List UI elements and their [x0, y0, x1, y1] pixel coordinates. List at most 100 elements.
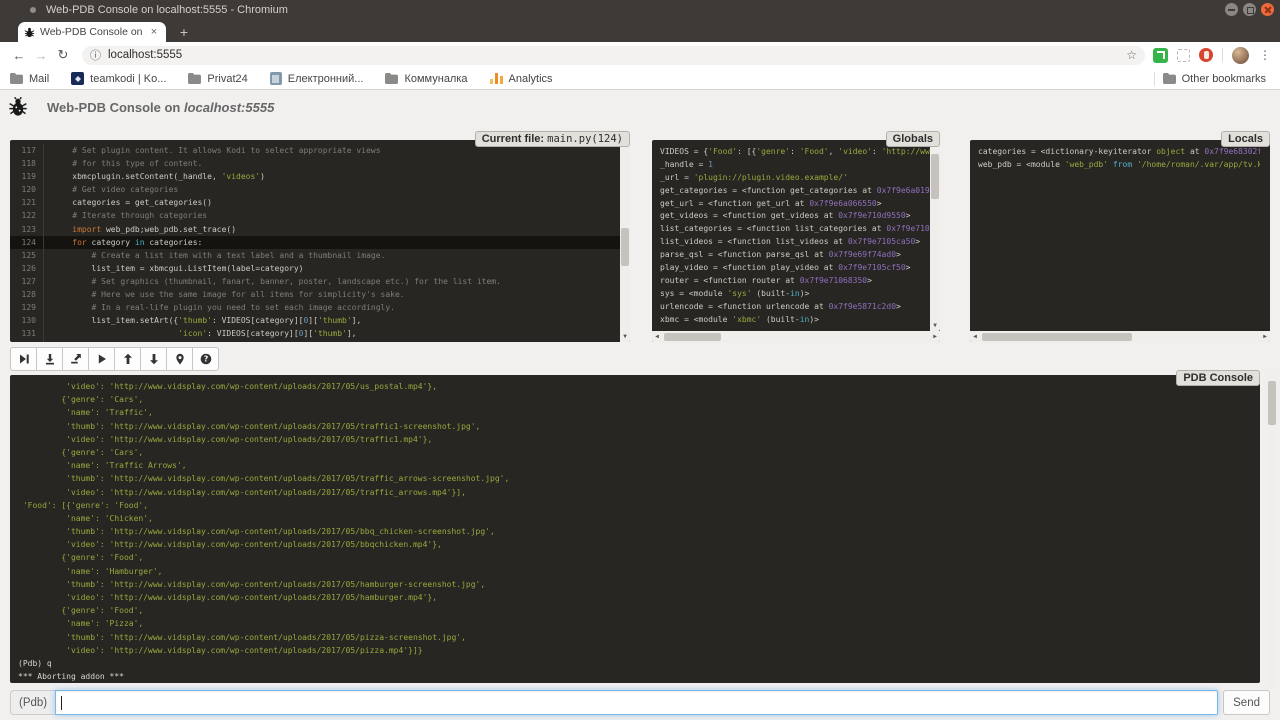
- scrollbar-thumb[interactable]: [931, 154, 939, 199]
- scrollbar-thumb[interactable]: [982, 333, 1132, 341]
- variable-line: get_categories = <function get_categorie…: [660, 185, 930, 198]
- console-line: 'name': 'Traffic',: [18, 406, 1252, 419]
- globals-vertical-scrollbar[interactable]: ▲ ▼: [930, 140, 940, 331]
- scroll-left-icon[interactable]: ◀: [970, 331, 980, 342]
- red-extension-icon[interactable]: [1199, 48, 1213, 62]
- console-line: 'thumb': 'http://www.vidsplay.com/wp-con…: [18, 420, 1252, 433]
- console-line: 'thumb': 'http://www.vidsplay.com/wp-con…: [18, 525, 1252, 538]
- variable-line: list_categories = <function list_categor…: [660, 223, 930, 236]
- folder-icon: [385, 73, 398, 84]
- bookmark-mail[interactable]: Mail: [10, 73, 49, 85]
- console-line: {'genre': 'Cars',: [18, 446, 1252, 459]
- console-line: 'Food': [{'genre': 'Food',: [18, 499, 1252, 512]
- arrow-down-icon: [148, 353, 160, 365]
- close-window-button[interactable]: [1261, 3, 1274, 16]
- bug-icon: [8, 97, 28, 117]
- pdb-command-input[interactable]: [55, 690, 1218, 715]
- continue-button[interactable]: [88, 347, 115, 371]
- next-button[interactable]: [10, 347, 37, 371]
- help-button[interactable]: ?: [192, 347, 219, 371]
- folder-icon: [10, 73, 23, 84]
- scroll-left-icon[interactable]: ◀: [652, 331, 662, 342]
- folder-icon: [188, 73, 201, 84]
- locals-horizontal-scrollbar[interactable]: ◀ ▶: [970, 331, 1270, 342]
- bookmark-star-icon[interactable]: ☆: [1126, 48, 1137, 62]
- minimize-button[interactable]: [1225, 3, 1238, 16]
- scroll-down-icon[interactable]: ▼: [620, 332, 630, 342]
- step-button[interactable]: [36, 347, 63, 371]
- console-vertical-scrollbar[interactable]: [1267, 373, 1277, 688]
- other-bookmarks-button[interactable]: Other bookmarks: [1163, 73, 1266, 85]
- tab-close-icon[interactable]: ×: [148, 26, 160, 38]
- code-line: 126 list_item = xbmcgui.ListItem(label=c…: [10, 262, 620, 275]
- code-line: 129 # In a real-life plugin you need to …: [10, 301, 620, 314]
- console-line: 'name': 'Hamburger',: [18, 565, 1252, 578]
- new-tab-button[interactable]: +: [172, 23, 196, 41]
- bookmark-analytics[interactable]: Analytics: [490, 72, 553, 85]
- variable-line: _handle = 1: [660, 159, 930, 172]
- debugger-toolbar: ?: [10, 347, 219, 371]
- bookmark-electronic[interactable]: Електронний...: [270, 72, 364, 85]
- bug-favicon-icon: [24, 27, 35, 38]
- back-icon[interactable]: ←: [8, 48, 30, 63]
- code-vertical-scrollbar[interactable]: ▲ ▼: [620, 140, 630, 342]
- down-button[interactable]: [140, 347, 167, 371]
- folder-icon: [1163, 73, 1176, 84]
- send-button[interactable]: Send: [1223, 690, 1270, 715]
- forward-icon[interactable]: →: [30, 48, 52, 63]
- green-extension-icon[interactable]: [1153, 48, 1168, 63]
- window-icon: [30, 7, 36, 13]
- return-button[interactable]: [62, 347, 89, 371]
- bookmark-teamkodi[interactable]: teamkodi | Ko...: [71, 72, 166, 85]
- window-title: Web-PDB Console on localhost:5555 - Chro…: [46, 4, 288, 16]
- maximize-button[interactable]: [1243, 3, 1256, 16]
- address-bar[interactable]: ⓘ localhost:5555 ☆: [82, 46, 1145, 65]
- tab-web-pdb[interactable]: Web-PDB Console on loca ×: [18, 22, 166, 42]
- page-title: Web-PDB Console on localhost:5555: [47, 100, 274, 115]
- kodi-icon: [71, 72, 84, 85]
- reload-icon[interactable]: ↻: [52, 47, 74, 63]
- variable-line: play_video = <function play_video at 0x7…: [660, 262, 930, 275]
- browser-menu-icon[interactable]: ⋮: [1258, 48, 1272, 62]
- locals-badge: Locals: [1221, 131, 1270, 147]
- globals-badge: Globals: [886, 131, 940, 147]
- code-line: 122 # Iterate through categories: [10, 209, 620, 222]
- bookmarks-separator: [1154, 72, 1155, 86]
- play-icon: [96, 353, 108, 365]
- globals-panel: Globals VIDEOS = {'Food': [{'genre': 'Fo…: [652, 140, 940, 342]
- console-line: (Pdb) q: [18, 657, 1252, 670]
- url-text[interactable]: localhost:5555: [108, 49, 1126, 61]
- scroll-right-icon[interactable]: ▶: [930, 331, 940, 342]
- scrollbar-thumb[interactable]: [1268, 381, 1276, 425]
- disabled-extension-icon[interactable]: [1177, 49, 1190, 62]
- globals-horizontal-scrollbar[interactable]: ◀ ▶: [652, 331, 940, 342]
- code-line: 128 # Here we use the same image for all…: [10, 288, 620, 301]
- code-line: 119 xbmcplugin.setContent(_handle, 'vide…: [10, 170, 620, 183]
- window-titlebar: Web-PDB Console on localhost:5555 - Chro…: [0, 0, 1280, 20]
- tab-title: Web-PDB Console on loca: [40, 26, 143, 38]
- console-line: 'video': 'http://www.vidsplay.com/wp-con…: [18, 380, 1252, 393]
- variable-line: get_videos = <function get_videos at 0x7…: [660, 210, 930, 223]
- pdb-prompt-label: (Pdb): [10, 690, 55, 715]
- bookmark-kommunalka[interactable]: Коммуналка: [385, 73, 467, 85]
- variable-line: xbmc = <module 'xbmc' (built-in)>: [660, 314, 930, 327]
- up-button[interactable]: [114, 347, 141, 371]
- scrollbar-thumb[interactable]: [664, 333, 721, 341]
- profile-avatar[interactable]: [1232, 47, 1249, 64]
- question-icon: ?: [200, 353, 212, 365]
- console-line: 'video': 'http://www.vidsplay.com/wp-con…: [18, 486, 1252, 499]
- arrow-up-icon: [122, 353, 134, 365]
- pdb-console-panel: PDB Console 'video': 'http://www.vidspla…: [10, 375, 1260, 683]
- scroll-down-icon[interactable]: ▼: [930, 321, 940, 331]
- where-button[interactable]: [166, 347, 193, 371]
- console-line: 'thumb': 'http://www.vidsplay.com/wp-con…: [18, 578, 1252, 591]
- code-line: 121 categories = get_categories(): [10, 196, 620, 209]
- scrollbar-thumb[interactable]: [621, 228, 629, 266]
- scroll-right-icon[interactable]: ▶: [1260, 331, 1270, 342]
- code-line: 131 'icon': VIDEOS[category][0]['thumb']…: [10, 327, 620, 340]
- bookmark-privat24[interactable]: Privat24: [188, 73, 247, 85]
- code-line: 127 # Set graphics (thumbnail, fanart, b…: [10, 275, 620, 288]
- console-line: 'video': 'http://www.vidsplay.com/wp-con…: [18, 591, 1252, 604]
- current-file-badge: Current file: main.py(124): [475, 131, 630, 147]
- site-info-icon[interactable]: ⓘ: [90, 47, 101, 63]
